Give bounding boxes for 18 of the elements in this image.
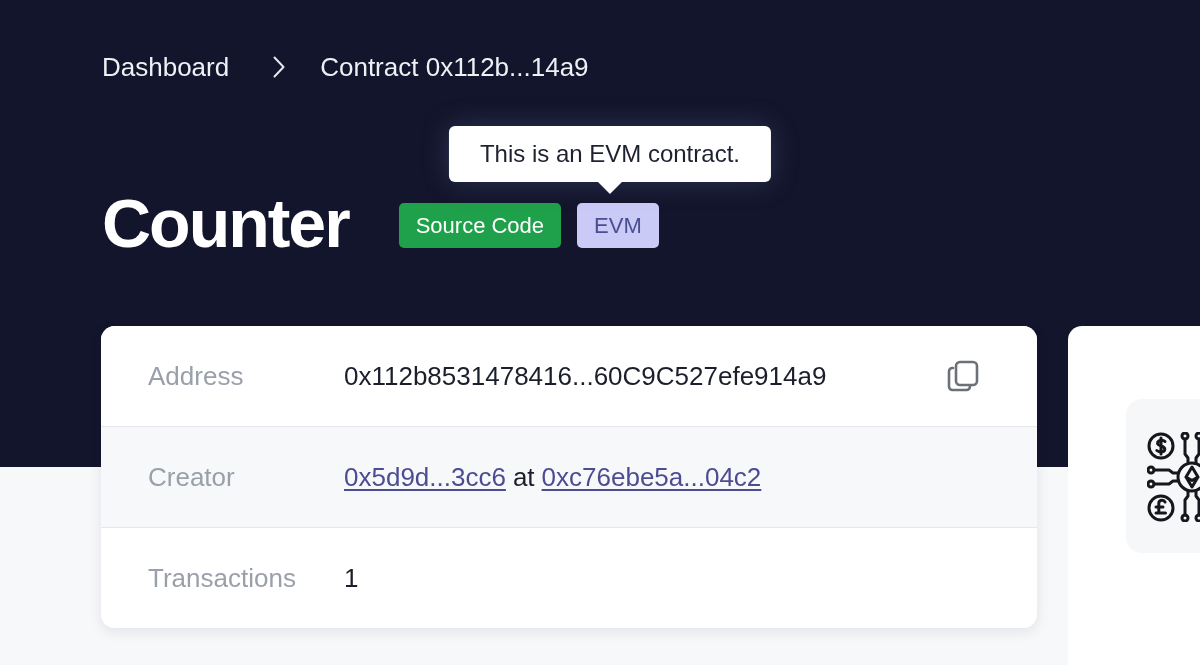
- source-code-badge: Source Code: [398, 202, 562, 248]
- detail-label: Address: [148, 360, 245, 392]
- hash-link[interactable]: 0xc76ebe5a...04c2: [541, 461, 762, 493]
- copy-icon[interactable]: [947, 360, 979, 392]
- chevron-right-icon: [273, 56, 286, 78]
- detail-text: at: [512, 461, 535, 493]
- tooltip-pointer-icon: [597, 181, 622, 194]
- detail-label: Creator: [148, 461, 236, 493]
- detail-label: Transactions: [148, 562, 297, 594]
- detail-value: 1: [344, 562, 359, 594]
- vm-badge: EVM: [577, 202, 659, 248]
- detail-value: 0x112b8531478416...60C9C527efe914a9: [344, 360, 827, 392]
- page-title: Counter: [102, 184, 349, 263]
- coin-circuit-icon: [1147, 432, 1200, 522]
- hash-link[interactable]: 0x5d9d...3cc6: [344, 461, 506, 493]
- breadcrumb-link[interactable]: Dashboard: [102, 48, 230, 86]
- tooltip: This is an EVM contract.: [448, 125, 771, 182]
- breadcrumb-link[interactable]: Contract 0x112b...14a9: [320, 48, 589, 86]
